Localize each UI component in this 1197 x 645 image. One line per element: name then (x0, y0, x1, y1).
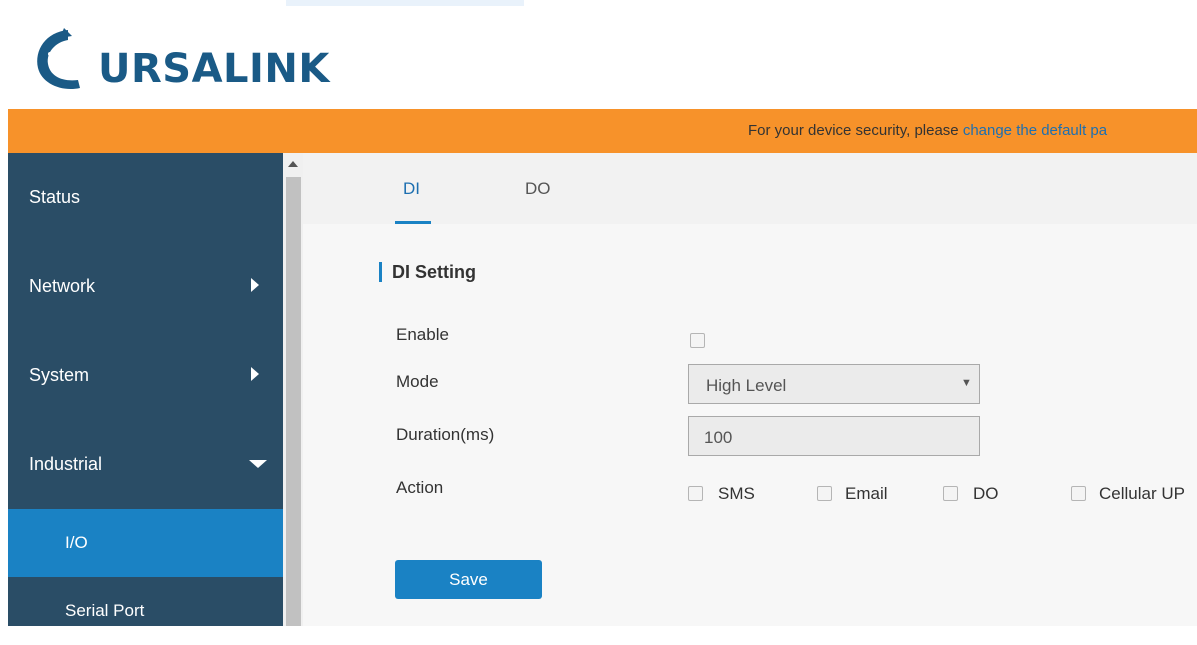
main-content: DI DO DI Setting Enable Mode High Level … (303, 153, 1197, 626)
scroll-thumb[interactable] (286, 177, 301, 626)
sidebar-item-status[interactable]: Status (8, 153, 283, 243)
do-checkbox[interactable] (943, 486, 958, 501)
cellular-up-label: Cellular UP (1099, 484, 1185, 503)
chevron-right-icon (251, 278, 259, 292)
sidebar-subitem-label: I/O (65, 533, 88, 552)
top-decoration (286, 0, 524, 6)
sidebar-scrollbar[interactable] (283, 153, 303, 626)
sms-label: SMS (718, 484, 755, 503)
tab-di[interactable]: DI (403, 179, 420, 199)
caret-down-icon: ▼ (961, 377, 972, 389)
scroll-up-icon[interactable] (288, 161, 298, 167)
sidebar-item-network[interactable]: Network (8, 242, 283, 332)
mode-label: Mode (396, 372, 439, 391)
active-tab-indicator (395, 221, 431, 224)
sidebar-item-system[interactable]: System (8, 331, 283, 421)
do-label: DO (973, 484, 999, 503)
change-password-link[interactable]: change the default pa (963, 122, 1107, 139)
security-banner: For your device security, please change … (8, 109, 1197, 153)
cellular-up-checkbox[interactable] (1071, 486, 1086, 501)
sms-checkbox[interactable] (688, 486, 703, 501)
sidebar-subitem-label: Serial Port (65, 601, 145, 620)
section-title: DI Setting (392, 262, 476, 282)
tab-do[interactable]: DO (525, 179, 551, 199)
mode-select-value: High Level (706, 376, 787, 395)
logo-mark-icon (37, 28, 80, 90)
logo-text: URSALINK (98, 46, 330, 92)
sidebar-item-industrial[interactable]: Industrial (8, 420, 283, 510)
sidebar-item-label: Status (29, 187, 81, 207)
banner-message: For your device security, please (748, 122, 963, 139)
action-label: Action (396, 478, 444, 497)
mode-select[interactable]: High Level ▼ (688, 364, 980, 404)
tab-bar: DI DO (303, 153, 1197, 224)
sidebar-subitem-serial-port[interactable]: Serial Port (8, 577, 283, 645)
ursalink-logo: URSALINK (28, 24, 329, 94)
email-label: Email (845, 484, 888, 503)
sidebar: Status Network System Industrial I/O Ser… (8, 153, 283, 626)
sidebar-item-label: System (29, 365, 90, 385)
sidebar-item-label: Industrial (29, 454, 103, 474)
sidebar-subitem-io[interactable]: I/O (8, 509, 283, 577)
save-button[interactable]: Save (395, 560, 542, 599)
enable-label: Enable (396, 325, 449, 344)
email-checkbox[interactable] (817, 486, 832, 501)
chevron-right-icon (251, 367, 259, 381)
duration-input[interactable]: 100 (688, 416, 980, 456)
duration-label: Duration(ms) (396, 425, 495, 444)
chevron-down-icon (249, 460, 267, 468)
duration-input-value: 100 (704, 428, 733, 447)
section-marker (379, 262, 382, 282)
sidebar-item-label: Network (29, 276, 96, 296)
enable-checkbox[interactable] (690, 333, 705, 348)
